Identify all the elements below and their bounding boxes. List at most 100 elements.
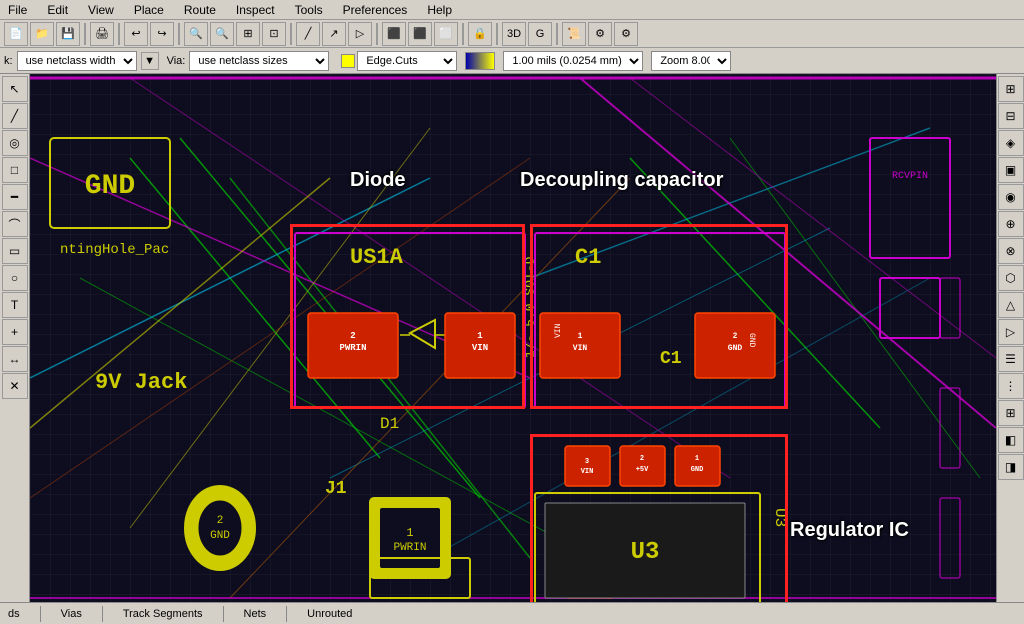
draw-line-tool[interactable]: ━ [2, 184, 28, 210]
menu-help[interactable]: Help [423, 1, 456, 19]
left-toolbar: ↖ ╱ ◎ □ ━ ⌒ ▭ ○ T + ↔ ✕ [0, 74, 30, 602]
svg-text:GND: GND [747, 333, 756, 348]
vias-status: Vias [61, 608, 82, 620]
svg-text:RCVPIN: RCVPIN [892, 171, 928, 182]
svg-text:GND: GND [85, 171, 135, 202]
drc-button[interactable]: ▷ [348, 22, 372, 46]
draw-rect-tool[interactable]: ▭ [2, 238, 28, 264]
component3-button[interactable]: ⬜ [434, 22, 458, 46]
right-btn-4[interactable]: ▣ [998, 157, 1024, 183]
svg-text:1: 1 [578, 332, 583, 341]
svg-text:U3: U3 [631, 539, 660, 566]
menu-inspect[interactable]: Inspect [232, 1, 279, 19]
lock-button[interactable]: 🔒 [468, 22, 492, 46]
svg-text:VIN: VIN [554, 323, 563, 338]
delete-tool[interactable]: ✕ [2, 373, 28, 399]
menu-edit[interactable]: Edit [43, 1, 72, 19]
svg-text:VIN: VIN [581, 468, 594, 476]
svg-text:PWRIN: PWRIN [339, 343, 366, 353]
svg-text:+5V: +5V [636, 466, 649, 474]
track-segments-label: Track Segments [123, 608, 203, 620]
svg-text:VIN: VIN [573, 344, 588, 353]
add-text-tool[interactable]: T [2, 292, 28, 318]
right-toolbar: ⊞ ⊟ ◈ ▣ ◉ ⊕ ⊗ ⬡ △ ▷ ☰ ⋮ ⊞ ◧ ◨ [996, 74, 1024, 602]
netclass-select[interactable]: use netclass width [17, 51, 137, 71]
svg-text:2: 2 [217, 515, 224, 527]
zoom-out-button[interactable]: 🔍 [210, 22, 234, 46]
svg-text:2: 2 [640, 455, 644, 463]
menu-tools[interactable]: Tools [291, 1, 327, 19]
layer-select[interactable]: Edge.Cuts [357, 51, 457, 71]
right-btn-2[interactable]: ⊟ [998, 103, 1024, 129]
right-btn-15[interactable]: ◨ [998, 454, 1024, 480]
save-button[interactable]: 💾 [56, 22, 80, 46]
svg-text:C1: C1 [575, 245, 601, 270]
track-segments-status: Track Segments [123, 608, 203, 620]
right-btn-5[interactable]: ◉ [998, 184, 1024, 210]
via-select[interactable]: use netclass sizes [189, 51, 329, 71]
menu-preferences[interactable]: Preferences [339, 1, 412, 19]
draw-circle-tool[interactable]: ○ [2, 265, 28, 291]
svg-text:PWRIN: PWRIN [393, 542, 426, 554]
select-tool[interactable]: ↖ [2, 76, 28, 102]
svg-text:C1: C1 [660, 349, 682, 369]
measure-tool[interactable]: ↔ [2, 346, 28, 372]
nets-status: Nets [244, 608, 267, 620]
right-btn-3[interactable]: ◈ [998, 130, 1024, 156]
component-button[interactable]: ⬛ [382, 22, 406, 46]
component2-button[interactable]: ⬛ [408, 22, 432, 46]
open-button[interactable]: 📁 [30, 22, 54, 46]
menu-file[interactable]: File [4, 1, 31, 19]
right-btn-9[interactable]: △ [998, 292, 1024, 318]
svg-text:1: 1 [477, 331, 483, 341]
redo-button[interactable]: ↪ [150, 22, 174, 46]
netclass-label: k: [4, 55, 13, 67]
right-btn-13[interactable]: ⊞ [998, 400, 1024, 426]
via-tool[interactable]: ◎ [2, 130, 28, 156]
right-btn-12[interactable]: ⋮ [998, 373, 1024, 399]
main-toolbar: 📄 📁 💾 🖨 ↩ ↪ 🔍 🔍 ⊞ ⊡ ╱ ↗ ▷ ⬛ ⬛ ⬜ 🔒 3D G 📜… [0, 20, 1024, 48]
menu-bar: File Edit View Place Route Inspect Tools… [0, 0, 1024, 20]
3d-button[interactable]: 3D [502, 22, 526, 46]
svg-text:GND: GND [728, 344, 743, 353]
svg-text:VIN: VIN [472, 343, 488, 353]
unrouted-label: Unrouted [307, 608, 352, 620]
right-btn-8[interactable]: ⬡ [998, 265, 1024, 291]
route2-button[interactable]: ↗ [322, 22, 346, 46]
right-btn-10[interactable]: ▷ [998, 319, 1024, 345]
grid-select[interactable]: 1.00 mils (0.0254 mm) [503, 51, 643, 71]
zoom-fit-button[interactable]: ⊞ [236, 22, 260, 46]
extra-button[interactable]: ⚙ [588, 22, 612, 46]
netclass-btn[interactable]: ▼ [141, 52, 159, 70]
svg-text:1: 1 [695, 455, 699, 463]
pcb-canvas[interactable]: GND ntingHole_Pac J1 9V Jack D1 17- 5.0 … [30, 74, 996, 602]
gerber-button[interactable]: G [528, 22, 552, 46]
svg-text:D1: D1 [380, 415, 399, 433]
svg-text:U3: U3 [771, 508, 789, 527]
undo-button[interactable]: ↩ [124, 22, 148, 46]
route-track-tool[interactable]: ╱ [2, 103, 28, 129]
place-pad-tool[interactable]: □ [2, 157, 28, 183]
extra2-button[interactable]: ⚙ [614, 22, 638, 46]
menu-view[interactable]: View [84, 1, 118, 19]
route-button[interactable]: ╱ [296, 22, 320, 46]
menu-place[interactable]: Place [130, 1, 168, 19]
layer-toolbar: k: use netclass width ▼ Via: use netclas… [0, 48, 1024, 74]
right-btn-11[interactable]: ☰ [998, 346, 1024, 372]
add-footprint-tool[interactable]: + [2, 319, 28, 345]
right-btn-14[interactable]: ◧ [998, 427, 1024, 453]
draw-arc-tool[interactable]: ⌒ [2, 211, 28, 237]
right-btn-1[interactable]: ⊞ [998, 76, 1024, 102]
zoom-area-button[interactable]: ⊡ [262, 22, 286, 46]
zoom-select[interactable]: Zoom 8.00 [651, 51, 731, 71]
new-button[interactable]: 📄 [4, 22, 28, 46]
zoom-in-button[interactable]: 🔍 [184, 22, 208, 46]
unrouted-status: Unrouted [307, 608, 352, 620]
print-button[interactable]: 🖨 [90, 22, 114, 46]
script-button[interactable]: 📜 [562, 22, 586, 46]
svg-text:3: 3 [585, 458, 589, 466]
svg-text:ntingHole_Pac: ntingHole_Pac [60, 242, 169, 258]
menu-route[interactable]: Route [180, 1, 220, 19]
right-btn-7[interactable]: ⊗ [998, 238, 1024, 264]
right-btn-6[interactable]: ⊕ [998, 211, 1024, 237]
